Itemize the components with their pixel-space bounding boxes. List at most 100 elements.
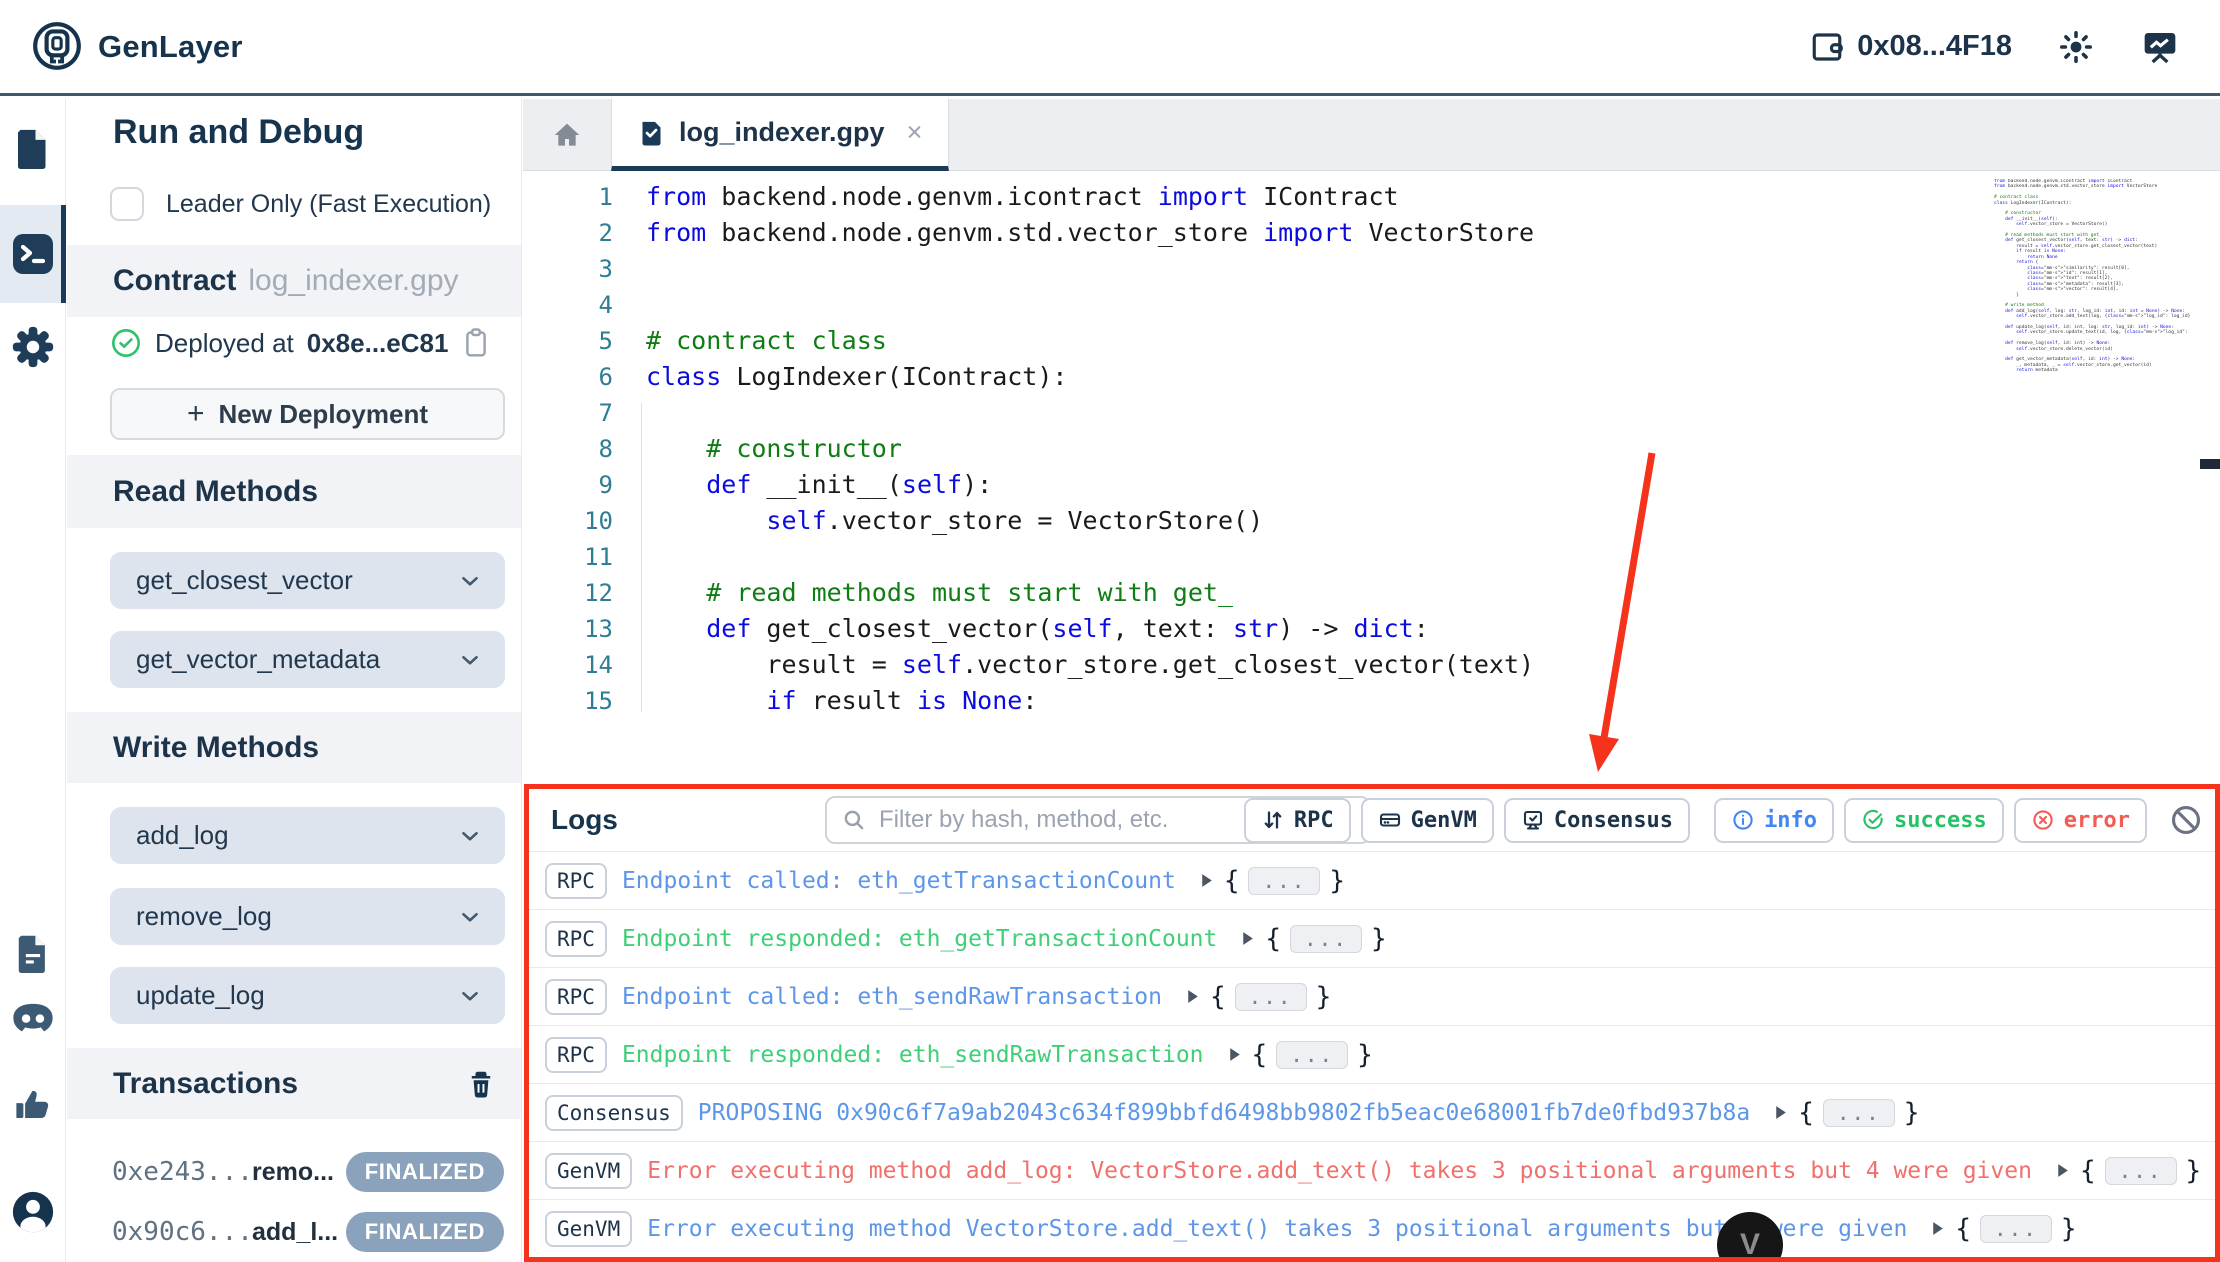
filter-success-button[interactable]: success <box>1844 797 2004 843</box>
filter-success-label: success <box>1894 807 1987 833</box>
deployed-label: Deployed at <box>155 327 294 358</box>
code-line: 15 if result is None: <box>523 683 2220 712</box>
docs-icon[interactable] <box>0 933 66 975</box>
method-label: add_log <box>136 820 229 850</box>
log-expand-toggle[interactable]: {...} <box>1929 1214 2077 1244</box>
code-line: 2 from backend.node.genvm.std.vector_stor… <box>523 215 2220 251</box>
trash-icon[interactable] <box>466 1068 496 1100</box>
file-check-icon <box>638 119 665 146</box>
home-icon <box>551 119 583 151</box>
log-row: Consensus PROPOSING 0x90c6f7a9ab2043c634f… <box>529 1084 2215 1142</box>
discord-icon[interactable] <box>0 1001 66 1035</box>
ellipsis-pill[interactable]: ... <box>1276 1040 1349 1069</box>
log-message: Endpoint responded: eth_getTransactionCo… <box>621 925 1218 952</box>
log-row: RPC Endpoint called: eth_sendRawTransacti… <box>529 968 2215 1026</box>
terminal-icon <box>0 230 66 278</box>
code-text: # read methods must start with get_ <box>706 578 1234 607</box>
transaction-row[interactable]: 0x90c6... add_l... FINALIZED <box>112 1208 504 1256</box>
filter-rpc-button[interactable]: RPC <box>1243 797 1351 843</box>
vue-devtools-label: V <box>1739 1228 1760 1261</box>
contract-section-header: Contract log_indexer.gpy <box>67 245 521 317</box>
triangle-right-icon <box>1229 1048 1240 1061</box>
code-line: 9 def __init__(self): <box>523 467 2220 503</box>
filter-consensus-button[interactable]: Consensus <box>1503 797 1691 843</box>
ellipsis-pill[interactable]: ... <box>1979 1214 2052 1243</box>
log-message: Endpoint called: eth_getTransactionCount <box>621 867 1176 894</box>
method-label: remove_log <box>136 901 272 931</box>
chevron-down-icon <box>457 983 483 1009</box>
log-expand-toggle[interactable]: {...} <box>1198 866 1345 896</box>
tab-strip: log_indexer.gpy × <box>523 99 2220 171</box>
close-icon[interactable]: × <box>907 117 923 148</box>
brace-open: { <box>1209 981 1226 1012</box>
logs-header: Logs RPC <box>529 789 2215 852</box>
log-row: RPC Endpoint responded: eth_getTransactio… <box>529 910 2215 968</box>
ellipsis-pill[interactable]: ... <box>1290 924 1362 953</box>
leader-only-checkbox[interactable] <box>110 187 144 221</box>
ellipsis-pill[interactable]: ... <box>1822 1098 1895 1127</box>
editor-scrollbar-thumb[interactable] <box>2200 459 2220 469</box>
log-source-badge: Consensus <box>545 1094 683 1131</box>
brand-name: GenLayer <box>98 28 243 64</box>
ellipsis-pill[interactable]: ... <box>1234 982 1307 1011</box>
run-debug-panel: Run and Debug Leader Only (Fast Executio… <box>67 99 522 1262</box>
log-expand-toggle[interactable]: {...} <box>1226 1040 1373 1070</box>
gear-icon[interactable] <box>0 325 66 369</box>
filter-error-button[interactable]: error <box>2013 797 2147 843</box>
log-expand-toggle[interactable]: {...} <box>1184 982 1331 1012</box>
leader-only-label: Leader Only (Fast Execution) <box>166 189 492 218</box>
deployed-address: 0x8e...eC81 <box>306 327 449 358</box>
wallet-address-button[interactable]: 0x08...4F18 <box>1809 29 2012 65</box>
ellipsis-pill[interactable]: ... <box>2104 1156 2177 1185</box>
contract-filename: log_indexer.gpy <box>248 264 459 297</box>
code-line: 7 <box>523 395 2220 431</box>
deployed-check-icon <box>110 327 142 359</box>
sun-icon[interactable] <box>2058 29 2094 65</box>
method-add_log[interactable]: add_log <box>110 807 505 864</box>
log-expand-toggle[interactable]: {...} <box>2054 1156 2201 1186</box>
method-get_closest_vector[interactable]: get_closest_vector <box>110 552 505 609</box>
wallet-address: 0x08...4F18 <box>1857 30 2012 62</box>
transaction-row[interactable]: 0xe243... remo... FINALIZED <box>112 1148 504 1196</box>
line-number: 2 <box>598 219 613 247</box>
log-expand-toggle[interactable]: {...} <box>1772 1098 1919 1128</box>
log-expand-toggle[interactable]: {...} <box>1239 924 1387 954</box>
filter-info-label: info <box>1764 807 1818 833</box>
account-icon[interactable] <box>0 1189 66 1235</box>
filter-error-label: error <box>2063 807 2130 833</box>
method-update_log[interactable]: update_log <box>110 967 505 1024</box>
code-text: class LogIndexer(IContract): <box>646 362 1068 391</box>
code-text: def get_closest_vector(self, text: str) … <box>706 614 1429 643</box>
method-get_vector_metadata[interactable]: get_vector_metadata <box>110 631 505 688</box>
filter-genvm-button[interactable]: GenVM <box>1360 797 1494 843</box>
minimap[interactable]: from backend.node.genvm.icontract import… <box>1994 179 2190 509</box>
tab-log-indexer[interactable]: log_indexer.gpy × <box>611 99 950 171</box>
triangle-right-icon <box>1933 1222 1944 1235</box>
line-number: 7 <box>598 399 613 427</box>
copy-clipboard-icon[interactable] <box>461 327 491 359</box>
method-label: get_vector_metadata <box>136 644 381 674</box>
chevron-down-icon <box>457 904 483 930</box>
new-deployment-button[interactable]: + New Deployment <box>110 388 505 440</box>
clear-logs-icon[interactable] <box>2169 803 2203 837</box>
rail-active-terminal[interactable] <box>0 205 66 303</box>
feedback-icon[interactable] <box>0 1083 66 1125</box>
log-source-badge: GenVM <box>545 1210 633 1247</box>
log-source-badge: RPC <box>545 1036 607 1073</box>
brace-close: } <box>1315 981 1332 1012</box>
file-icon[interactable] <box>0 127 66 171</box>
method-remove_log[interactable]: remove_log <box>110 888 505 945</box>
method-label: update_log <box>136 980 265 1010</box>
code-line: 8 # constructor <box>523 431 2220 467</box>
plus-icon: + <box>186 397 205 430</box>
code-editor[interactable]: 1 from backend.node.genvm.icontract impor… <box>523 171 2220 712</box>
ellipsis-pill[interactable]: ... <box>1248 866 1321 895</box>
app-root: GenLayer 0x08...4F18 Run and Debug Leade… <box>0 0 2220 1262</box>
code-text: if result is None: <box>766 686 1038 712</box>
line-number: 14 <box>584 651 613 679</box>
presentation-chart-icon[interactable] <box>2140 27 2180 67</box>
log-row: GenVM Error executing method add_log: Vec… <box>529 1142 2215 1200</box>
home-tab[interactable] <box>523 99 611 170</box>
filter-info-button[interactable]: info <box>1714 797 1835 843</box>
line-number: 15 <box>584 687 613 712</box>
